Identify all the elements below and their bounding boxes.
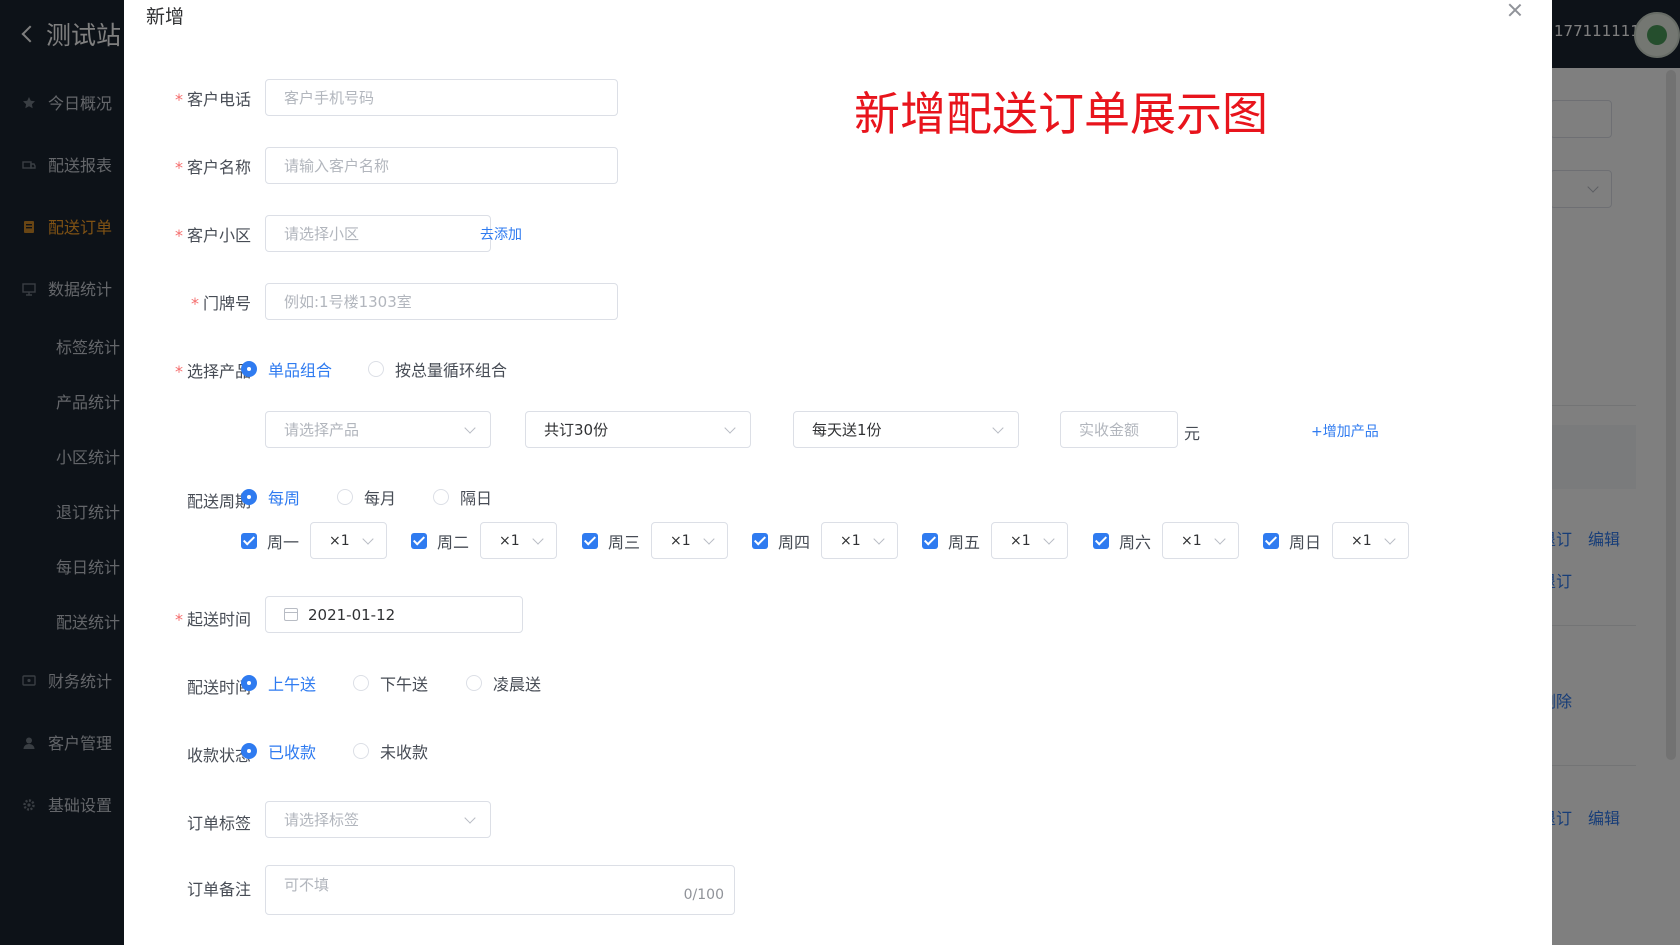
community-label: * 客户小区 <box>174 226 251 245</box>
cycle-label: 配送周期 <box>186 492 251 511</box>
customer-name-input[interactable]: 请输入客户名称 <box>265 147 618 184</box>
checkbox-sunday[interactable]: 周日 <box>1263 529 1321 553</box>
checkbox-saturday[interactable]: 周六 <box>1093 529 1151 553</box>
payment-label: 收款状态 <box>186 746 251 765</box>
radio-cycle-combo[interactable]: 按总量循环组合 <box>368 358 507 380</box>
checkbox-wednesday[interactable]: 周三 <box>582 529 640 553</box>
weekday-friday: 周五 ×1 <box>922 522 1068 559</box>
chevron-down-icon <box>724 422 736 434</box>
app-root: 测试站 今日概况 配送报表 配送订单 数据统计 标签统计 产品统计 小区统计 退… <box>0 0 1680 945</box>
char-counter: 0/100 <box>683 887 724 903</box>
radio-every-other-day[interactable]: 隔日 <box>433 486 492 508</box>
weekday-monday: 周一 ×1 <box>241 522 387 559</box>
checkbox-thursday[interactable]: 周四 <box>752 529 810 553</box>
remark-textarea[interactable]: 可不填 0/100 <box>265 865 735 915</box>
name-label: * 客户名称 <box>174 158 251 177</box>
chevron-down-icon <box>464 422 476 434</box>
chevron-down-icon <box>1043 533 1055 545</box>
checkbox-monday[interactable]: 周一 <box>241 529 299 553</box>
calendar-icon <box>284 608 298 621</box>
checkbox-friday[interactable]: 周五 <box>922 529 980 553</box>
dialog-title: 新增 <box>146 6 185 28</box>
qty-select-monday[interactable]: ×1 <box>310 522 387 559</box>
start-date-picker[interactable]: 2021-01-12 <box>265 596 523 633</box>
watermark-annotation: 新增配送订单展示图 <box>854 87 1268 141</box>
radio-monthly[interactable]: 每月 <box>337 486 396 508</box>
radio-afternoon[interactable]: 下午送 <box>353 672 428 694</box>
chevron-down-icon <box>464 812 476 824</box>
door-label: * 门牌号 <box>190 294 251 313</box>
chevron-down-icon <box>873 533 885 545</box>
radio-weekly[interactable]: 每周 <box>241 486 300 508</box>
qty-select-tuesday[interactable]: ×1 <box>480 522 557 559</box>
per-day-select[interactable]: 每天送1份 <box>793 411 1019 448</box>
qty-select-friday[interactable]: ×1 <box>991 522 1068 559</box>
phone-label: * 客户电话 <box>174 90 251 109</box>
add-community-link[interactable]: 去添加 <box>480 224 522 244</box>
amount-input[interactable]: 实收金额 <box>1060 411 1178 448</box>
weekday-tuesday: 周二 ×1 <box>411 522 557 559</box>
radio-early-morning[interactable]: 凌晨送 <box>466 672 541 694</box>
start-date-label: * 起送时间 <box>174 610 251 629</box>
weekday-thursday: 周四 ×1 <box>752 522 898 559</box>
phone-input[interactable]: 客户手机号码 <box>265 79 618 116</box>
new-order-dialog: 新增 新增配送订单展示图 * 客户电话 客户手机号码 * 客户名称 请输入客户名称 … <box>124 0 1552 945</box>
chevron-down-icon <box>992 422 1004 434</box>
radio-morning[interactable]: 上午送 <box>241 672 316 694</box>
community-select[interactable]: 请选择小区 <box>265 215 491 252</box>
delivery-time-label: 配送时间 <box>186 678 251 697</box>
product-label: * 选择产品 <box>174 362 251 381</box>
radio-paid[interactable]: 已收款 <box>241 740 316 762</box>
chevron-down-icon <box>1214 533 1226 545</box>
door-number-input[interactable]: 例如:1号楼1303室 <box>265 283 618 320</box>
qty-select-saturday[interactable]: ×1 <box>1162 522 1239 559</box>
tag-select[interactable]: 请选择标签 <box>265 801 491 838</box>
radio-single-combo[interactable]: 单品组合 <box>241 358 332 380</box>
radio-unpaid[interactable]: 未收款 <box>353 740 428 762</box>
weekday-saturday: 周六 ×1 <box>1093 522 1239 559</box>
weekday-wednesday: 周三 ×1 <box>582 522 728 559</box>
close-icon[interactable] <box>1504 0 1526 22</box>
total-quantity-select[interactable]: 共订30份 <box>525 411 751 448</box>
remark-label: 订单备注 <box>186 880 251 899</box>
qty-select-wednesday[interactable]: ×1 <box>651 522 728 559</box>
chevron-down-icon <box>703 533 715 545</box>
chevron-down-icon <box>362 533 374 545</box>
product-select[interactable]: 请选择产品 <box>265 411 491 448</box>
add-product-link[interactable]: +增加产品 <box>1311 421 1379 441</box>
qty-select-thursday[interactable]: ×1 <box>821 522 898 559</box>
chevron-down-icon <box>1384 533 1396 545</box>
chevron-down-icon <box>532 533 544 545</box>
qty-select-sunday[interactable]: ×1 <box>1332 522 1409 559</box>
checkbox-tuesday[interactable]: 周二 <box>411 529 469 553</box>
tag-label: 订单标签 <box>186 814 251 833</box>
weekday-sunday: 周日 ×1 <box>1263 522 1409 559</box>
amount-unit: 元 <box>1184 424 1201 443</box>
